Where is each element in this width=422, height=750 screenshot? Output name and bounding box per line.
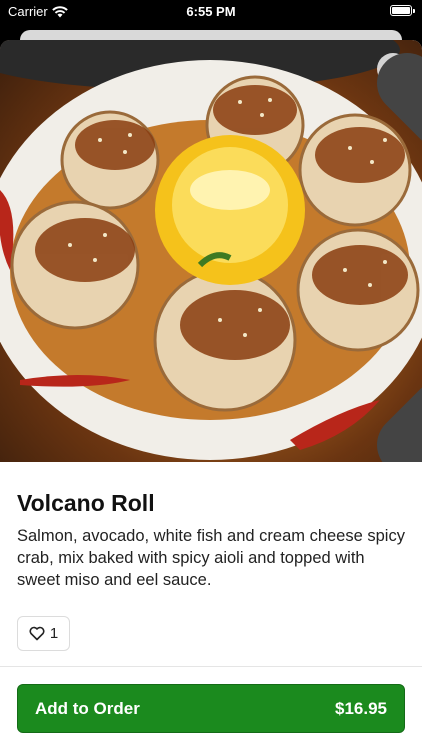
item-name: Volcano Roll	[17, 490, 155, 516]
close-icon	[377, 53, 422, 462]
battery-icon	[390, 5, 415, 16]
add-to-order-label: Add to Order	[35, 698, 140, 718]
like-count: 1	[49, 625, 59, 642]
like-button[interactable]: 1	[17, 616, 70, 651]
order-price: $16.95	[335, 698, 387, 718]
status-bar: Carrier 6:55 PM	[0, 0, 422, 24]
clock: 6:55 PM	[186, 4, 236, 19]
sushi-illustration	[0, 40, 422, 460]
close-button[interactable]	[377, 53, 422, 462]
divider	[0, 666, 422, 667]
item-description: Salmon, avocado, white fish and cream ch…	[17, 527, 405, 589]
item-detail-sheet: Volcano Roll Salmon, avocado, white fish…	[0, 40, 422, 750]
heart-icon	[29, 626, 45, 641]
add-to-order-button[interactable]: Add to Order $16.95	[17, 684, 405, 733]
item-image	[0, 40, 422, 462]
